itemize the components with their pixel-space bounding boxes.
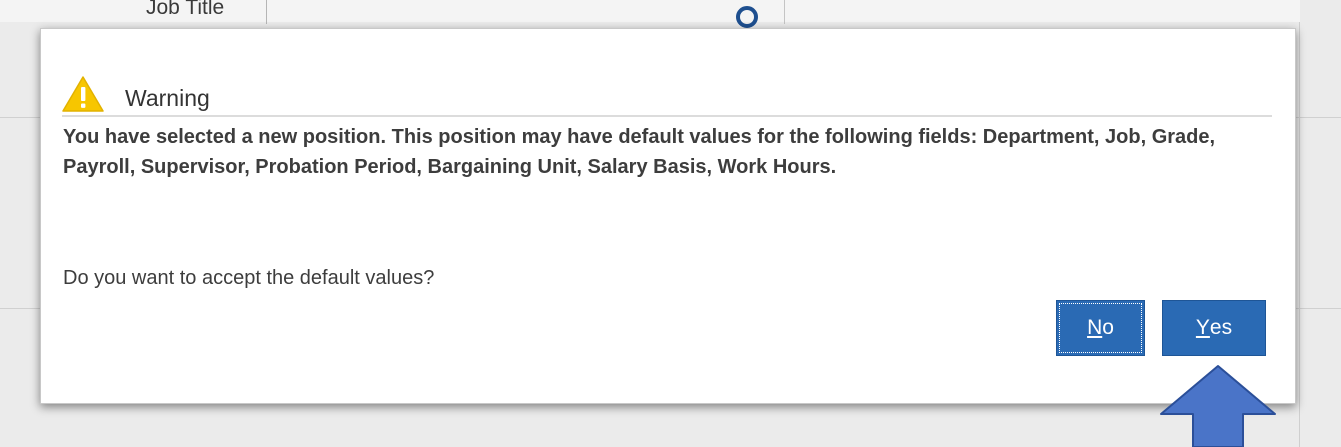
search-icon <box>736 6 758 28</box>
up-arrow-icon <box>1160 365 1276 447</box>
header-divider <box>62 115 1272 117</box>
yes-button-label: es <box>1209 316 1233 339</box>
no-button[interactable]: No <box>1056 300 1145 356</box>
dialog-question: Do you want to accept the default values… <box>63 267 435 289</box>
yes-button-mnemonic: Y <box>1195 316 1210 339</box>
field-divider <box>266 0 267 24</box>
dialog-title: Warning <box>125 85 210 111</box>
job-title-label: Job Title <box>146 0 225 19</box>
field-divider <box>784 0 785 24</box>
warning-triangle-icon <box>62 76 104 112</box>
yes-button[interactable]: Yes <box>1162 300 1266 356</box>
dialog-header: Warning <box>62 76 1272 116</box>
warning-dialog: Warning You have selected a new position… <box>40 28 1296 404</box>
no-button-label: o <box>1102 316 1114 339</box>
background-divider <box>1299 22 1300 447</box>
dialog-message: You have selected a new position. This p… <box>63 126 1216 178</box>
no-button-mnemonic: N <box>1087 316 1103 339</box>
